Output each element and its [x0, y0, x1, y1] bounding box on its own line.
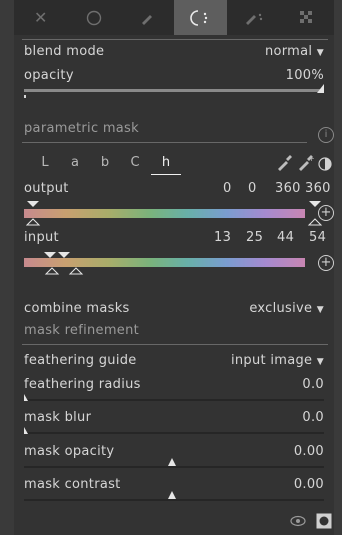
mask-refinement-header: mask refinement [24, 323, 324, 341]
blend-panel: ✕ blend mode normal ▼ opacity 100% param… [14, 0, 334, 535]
svg-text:+: + [308, 155, 315, 163]
mask-opacity-value: 0.00 [293, 444, 324, 459]
output-value-1: 0 [223, 181, 232, 196]
picker-set-icon[interactable]: + [297, 155, 315, 171]
input-marker[interactable] [68, 267, 84, 275]
invert-polarity-icon[interactable] [318, 157, 332, 171]
input-value-4: 54 [309, 230, 327, 245]
output-gradient[interactable] [24, 209, 305, 218]
input-value-1: 13 [214, 230, 232, 245]
parametric-mask-header: parametric mask [24, 121, 324, 139]
dropdown-arrow-icon: ▼ [316, 48, 324, 58]
output-marker[interactable] [309, 201, 321, 207]
output-row: output 0 0 360 360 [24, 181, 330, 199]
output-value-2: 0 [248, 181, 257, 196]
feathering-radius-track[interactable] [24, 399, 324, 401]
mask-blur-slider[interactable]: mask blur 0.0 [24, 410, 324, 428]
input-value-3: 44 [277, 230, 295, 245]
picker-icon[interactable] [276, 155, 294, 171]
blend-mode-label: blend mode [24, 44, 105, 59]
input-gradient[interactable] [24, 258, 305, 267]
add-icon[interactable]: + [318, 205, 334, 221]
parametric-icon[interactable] [173, 0, 228, 35]
dropdown-arrow-icon: ▼ [316, 305, 324, 315]
input-value-2: 25 [246, 230, 264, 245]
blend-mode-row[interactable]: blend mode normal ▼ [24, 44, 324, 62]
blend-mode-value[interactable]: normal ▼ [265, 44, 324, 59]
mask-contrast-value: 0.00 [293, 477, 324, 492]
pencil-icon[interactable] [121, 0, 174, 35]
output-marker[interactable] [26, 218, 41, 226]
info-icon[interactable]: i [318, 127, 334, 143]
add-icon[interactable]: + [318, 255, 334, 271]
separator [22, 344, 328, 345]
tab-L[interactable]: L [38, 155, 52, 170]
output-value-3: 360 [275, 181, 301, 196]
dropdown-arrow-icon: ▼ [316, 357, 324, 367]
mask-blur-handle[interactable] [23, 427, 29, 435]
input-marker[interactable] [44, 267, 60, 275]
separator [22, 39, 328, 40]
output-marker[interactable] [27, 201, 39, 207]
separator [22, 142, 307, 143]
close-icon[interactable]: ✕ [14, 0, 67, 35]
input-row: input 13 25 44 54 [24, 230, 327, 248]
output-marker[interactable] [307, 218, 323, 226]
tab-b[interactable]: b [98, 155, 112, 170]
tab-a[interactable]: a [68, 155, 82, 170]
mask-mode-toolbar: ✕ [14, 0, 334, 35]
feathering-radius-handle[interactable] [23, 394, 29, 402]
circle-icon[interactable] [67, 0, 120, 35]
feathering-guide-row[interactable]: feathering guide input image ▼ [24, 353, 324, 371]
opacity-track[interactable] [24, 89, 324, 92]
output-value-4: 360 [305, 181, 331, 196]
mask-blur-track[interactable] [24, 432, 324, 434]
opacity-handle[interactable] [315, 84, 325, 94]
feathering-guide-value[interactable]: input image ▼ [231, 353, 324, 368]
feathering-radius-value: 0.0 [302, 377, 324, 392]
mask-blur-label: mask blur [24, 410, 92, 425]
raster-icon[interactable] [281, 0, 334, 35]
mask-contrast-handle[interactable] [167, 491, 177, 501]
parametric-mask-label: parametric mask [24, 121, 139, 136]
mask-refinement-label: mask refinement [24, 323, 140, 338]
tab-C[interactable]: C [128, 155, 142, 170]
feathering-radius-slider[interactable]: feathering radius 0.0 [24, 377, 324, 395]
feathering-radius-label: feathering radius [24, 377, 141, 392]
mask-opacity-label: mask opacity [24, 444, 115, 459]
mask-blur-value: 0.0 [302, 410, 324, 425]
mask-contrast-label: mask contrast [24, 477, 121, 492]
drawn-parametric-icon[interactable] [227, 0, 280, 35]
show-mask-icon[interactable] [316, 513, 332, 529]
feathering-guide-label: feathering guide [24, 353, 137, 368]
opacity-min-tick [24, 95, 26, 98]
combine-masks-value[interactable]: exclusive ▼ [249, 301, 324, 316]
opacity-value: 100% [285, 68, 324, 83]
input-label: input [24, 230, 59, 245]
output-label: output [24, 181, 69, 196]
eye-icon[interactable] [290, 515, 306, 527]
combine-masks-row[interactable]: combine masks exclusive ▼ [24, 301, 324, 319]
tab-h[interactable]: h [151, 155, 181, 175]
opacity-label: opacity [24, 68, 74, 83]
mask-opacity-handle[interactable] [167, 458, 177, 468]
combine-masks-label: combine masks [24, 301, 130, 316]
